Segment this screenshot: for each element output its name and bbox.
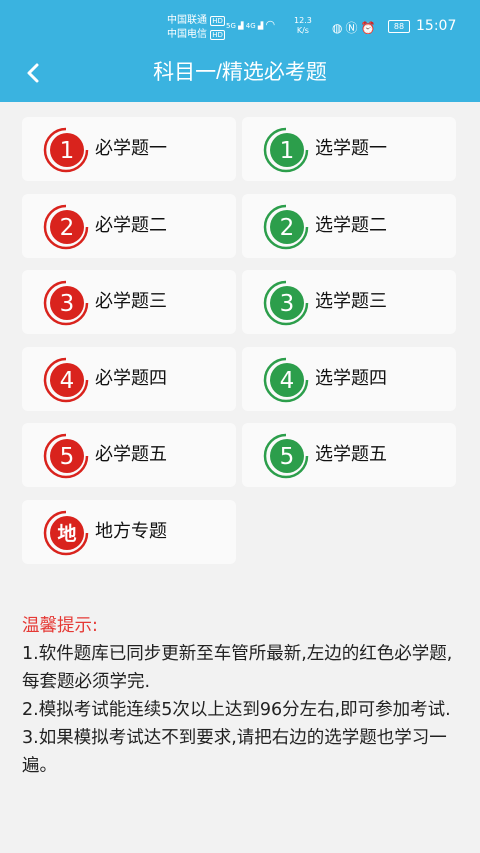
card-label: 选学题五: [315, 444, 387, 465]
number-badge-icon: 3: [263, 280, 309, 326]
page-title: 科目一/精选必考题: [153, 61, 327, 84]
number-badge-icon: 2: [43, 204, 89, 250]
number-badge-icon: 地: [43, 510, 89, 556]
status-icons: ◍Ⓝ⏰: [332, 19, 378, 36]
required-topic-3-button[interactable]: 3 必学题三: [22, 270, 236, 334]
badge-number: 4: [280, 368, 295, 394]
optional-topic-3-button[interactable]: 3 选学题三: [242, 270, 456, 334]
card-label: 必学题二: [95, 215, 167, 236]
number-badge-icon: 4: [263, 357, 309, 403]
number-badge-icon: 5: [43, 433, 89, 479]
tips-title: 温馨提示:: [22, 616, 98, 636]
card-label: 必学题四: [95, 368, 167, 389]
tip-line-1: 1.软件题库已同步更新至车管所最新,左边的红色必学题,每套题必须学完.: [22, 644, 453, 692]
card-label: 选学题四: [315, 368, 387, 389]
card-label: 选学题三: [315, 291, 387, 312]
battery-level: 88: [393, 22, 405, 31]
card-label: 必学题三: [95, 291, 167, 312]
card-label: 选学题二: [315, 215, 387, 236]
battery-icon: 88: [388, 20, 410, 33]
optional-topic-2-button[interactable]: 2 选学题二: [242, 194, 456, 258]
card-label: 地方专题: [95, 521, 167, 542]
badge-number: 5: [60, 444, 75, 470]
badge-number: 地: [57, 522, 76, 545]
required-topic-2-button[interactable]: 2 必学题二: [22, 194, 236, 258]
carrier-2-hd-badge: HD: [210, 30, 225, 40]
signal-icon: ▟: [238, 22, 244, 30]
optional-topic-1-button[interactable]: 1 选学题一: [242, 117, 456, 181]
carrier-2: 中国电信: [167, 29, 207, 40]
alarm-icon: ⏰: [360, 21, 379, 35]
hd-call-icon: ◍: [332, 21, 346, 35]
network-4g: 4G: [245, 22, 256, 30]
badge-number: 3: [60, 291, 75, 317]
number-badge-icon: 1: [263, 127, 309, 173]
tip-line-2: 2.模拟考试能连续5次以上达到96分左右,即可参加考试.: [22, 700, 451, 720]
card-label: 选学题一: [315, 138, 387, 159]
card-label: 必学题五: [95, 444, 167, 465]
number-badge-icon: 3: [43, 280, 89, 326]
wifi-icon: ◠: [265, 18, 276, 31]
nfc-icon: Ⓝ: [345, 21, 361, 35]
badge-number: 4: [60, 368, 75, 394]
badge-number: 1: [60, 138, 75, 164]
optional-topic-5-button[interactable]: 5 选学题五: [242, 423, 456, 487]
optional-topic-4-button[interactable]: 4 选学题四: [242, 347, 456, 411]
badge-number: 2: [60, 215, 75, 241]
network-type: 5G ▟ 4G ▟ ◠: [226, 18, 275, 31]
tips-panel: 温馨提示: 1.软件题库已同步更新至车管所最新,左边的红色必学题,每套题必须学完…: [22, 612, 462, 780]
carrier-1-hd-badge: HD: [210, 16, 225, 26]
local-topic-button[interactable]: 地地方专题: [22, 500, 236, 564]
badge-number: 1: [280, 138, 295, 164]
tip-line-3: 3.如果模拟考试达不到要求,请把右边的选学题也学习一遍。: [22, 728, 447, 776]
carrier-info: 中国联通 HD 中国电信 HD: [167, 14, 225, 42]
card-label: 必学题一: [95, 138, 167, 159]
speed-value: 12.3: [294, 16, 312, 25]
required-topic-4-button[interactable]: 4 必学题四: [22, 347, 236, 411]
network-5g: 5G: [226, 22, 236, 30]
status-bar: 中国联通 HD 中国电信 HD 5G ▟ 4G ▟ ◠ 12.3 K/s ◍Ⓝ⏰…: [0, 0, 480, 44]
badge-number: 2: [280, 215, 295, 241]
signal-icon-2: ▟: [257, 22, 264, 30]
required-topic-5-button[interactable]: 5 必学题五: [22, 423, 236, 487]
badge-number: 5: [280, 444, 295, 470]
number-badge-icon: 2: [263, 204, 309, 250]
badge-number: 3: [280, 291, 295, 317]
clock: 15:07: [416, 18, 457, 34]
number-badge-icon: 5: [263, 433, 309, 479]
chevron-left-icon: [27, 63, 39, 83]
app-header: 中国联通 HD 中国电信 HD 5G ▟ 4G ▟ ◠ 12.3 K/s ◍Ⓝ⏰…: [0, 0, 480, 102]
number-badge-icon: 4: [43, 357, 89, 403]
number-badge-icon: 1: [43, 127, 89, 173]
carrier-1: 中国联通: [167, 15, 207, 26]
speed-unit: K/s: [296, 26, 309, 35]
required-topic-1-button[interactable]: 1 必学题一: [22, 117, 236, 181]
back-button[interactable]: [22, 58, 46, 88]
network-speed: 12.3 K/s: [294, 16, 312, 36]
